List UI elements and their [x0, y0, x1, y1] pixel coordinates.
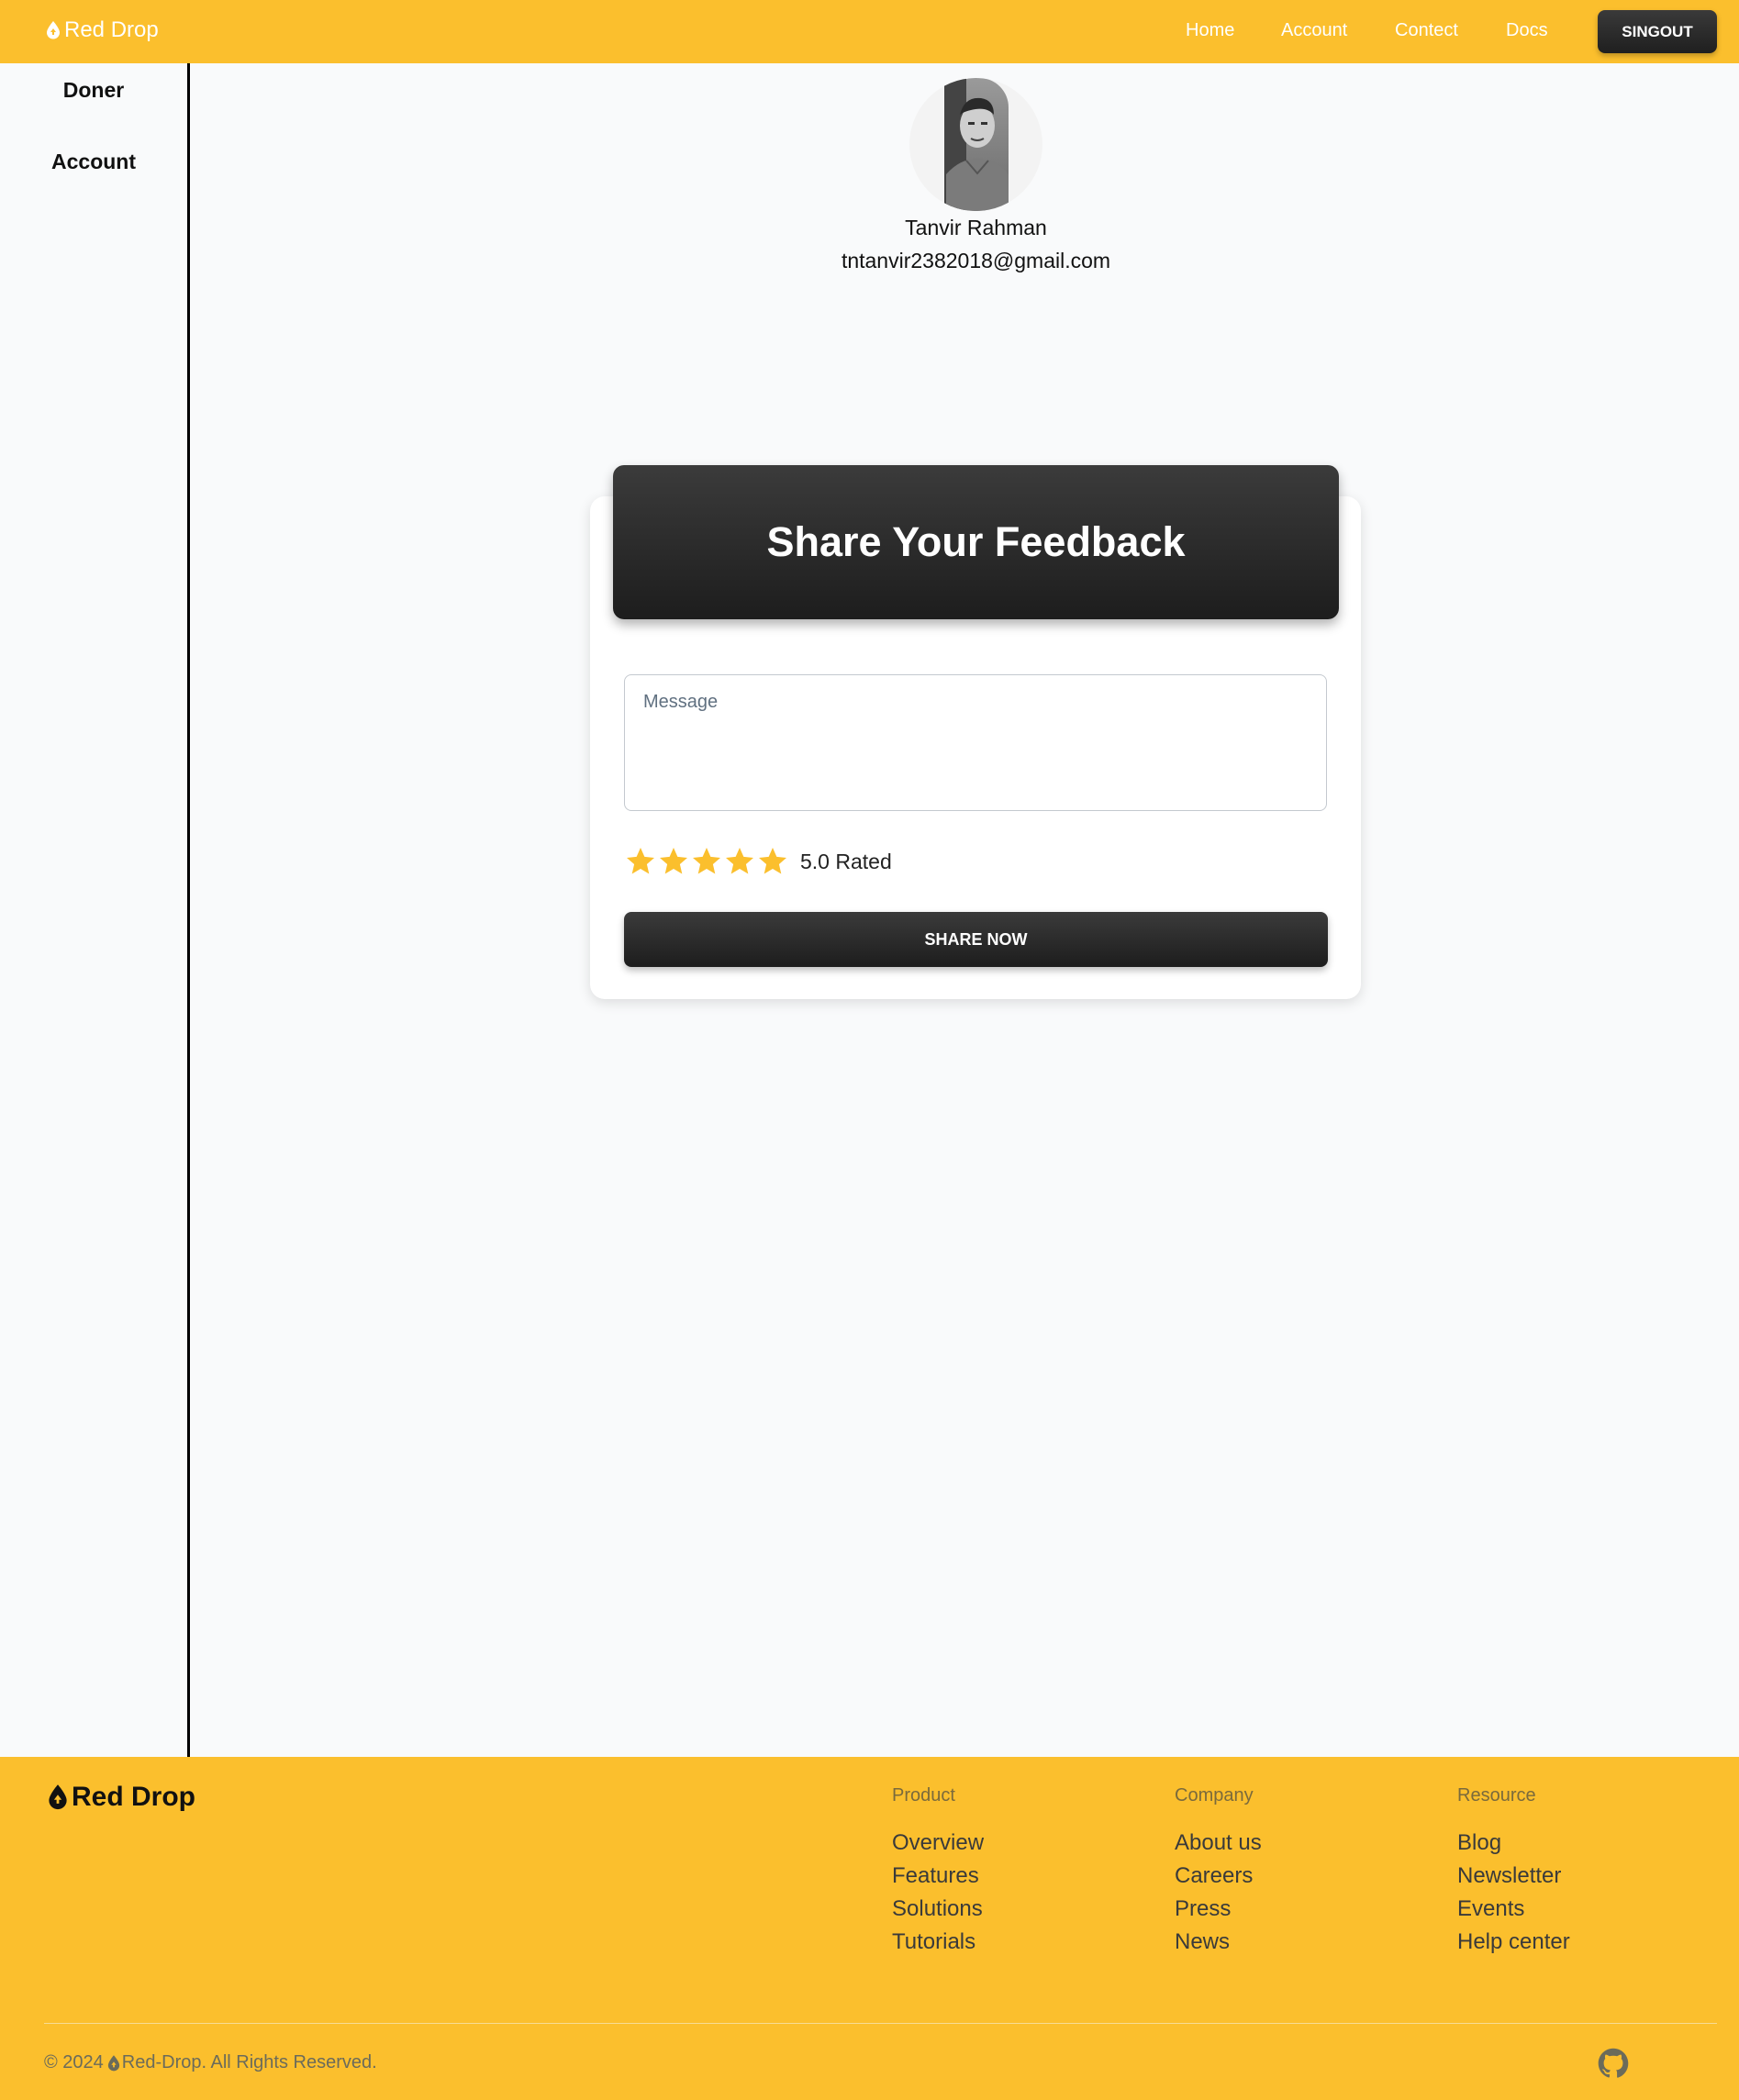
nav-contact[interactable]: Contect	[1395, 20, 1458, 41]
footer-col-company: Company About us Careers Press News	[1175, 1785, 1262, 1959]
star-rating[interactable]	[624, 845, 789, 878]
star-icon[interactable]	[723, 845, 756, 878]
rating-text: 5.0 Rated	[800, 850, 892, 873]
nav-docs[interactable]: Docs	[1506, 20, 1548, 41]
top-navbar: Red Drop Home Account Contect Docs SINGO…	[0, 0, 1739, 63]
brand-name: Red Drop	[64, 17, 159, 42]
footer-link[interactable]: Overview	[892, 1827, 984, 1860]
github-icon[interactable]	[1598, 2048, 1629, 2079]
footer-divider	[44, 2023, 1717, 2024]
footer-link[interactable]: Careers	[1175, 1860, 1262, 1893]
footer-link[interactable]: Solutions	[892, 1893, 984, 1926]
sidebar-item-account[interactable]: Account	[0, 150, 187, 174]
footer-link[interactable]: Press	[1175, 1893, 1262, 1926]
nav-account[interactable]: Account	[1281, 20, 1347, 41]
star-icon[interactable]	[624, 845, 657, 878]
footer-col-title: Company	[1175, 1785, 1254, 1806]
drop-icon	[47, 21, 60, 39]
brand-link[interactable]: Red Drop	[46, 17, 159, 43]
profile-name: Tanvir Rahman	[905, 216, 1047, 239]
nav-home[interactable]: Home	[1186, 20, 1234, 41]
footer-link[interactable]: Blog	[1457, 1827, 1570, 1860]
footer-link[interactable]: Newsletter	[1457, 1860, 1570, 1893]
copyright: © 2024 Red-Drop. All Rights Reserved.	[44, 2052, 377, 2073]
footer-link[interactable]: Features	[892, 1860, 984, 1893]
star-icon[interactable]	[756, 845, 789, 878]
footer-col-resource: Resource Blog Newsletter Events Help cen…	[1457, 1785, 1570, 1959]
footer-col-title: Product	[892, 1785, 955, 1806]
star-icon[interactable]	[657, 845, 690, 878]
sidebar-item-doner[interactable]: Doner	[0, 78, 187, 103]
message-input[interactable]	[624, 674, 1327, 811]
footer-link[interactable]: Events	[1457, 1893, 1570, 1926]
footer-link[interactable]: About us	[1175, 1827, 1262, 1860]
copyright-year: © 2024	[44, 2052, 104, 2072]
drop-icon	[107, 2054, 119, 2071]
avatar	[909, 78, 1042, 211]
feedback-title: Share Your Feedback	[613, 465, 1339, 619]
sidebar: Doner Account	[0, 63, 190, 1757]
footer-link[interactable]: News	[1175, 1926, 1262, 1959]
footer-link[interactable]: Help center	[1457, 1926, 1570, 1959]
drop-icon	[49, 1784, 67, 1810]
footer-brand[interactable]: Red Drop	[48, 1782, 195, 1813]
footer-link[interactable]: Tutorials	[892, 1926, 984, 1959]
footer: Red Drop Product Overview Features Solut…	[0, 1757, 1739, 2100]
share-now-button[interactable]: SHARE NOW	[624, 912, 1328, 967]
signout-button[interactable]: SINGOUT	[1598, 10, 1717, 53]
footer-col-title: Resource	[1457, 1785, 1536, 1806]
profile-email: tntanvir2382018@gmail.com	[841, 249, 1111, 272]
star-icon[interactable]	[690, 845, 723, 878]
copyright-text: Red-Drop. All Rights Reserved.	[121, 2052, 377, 2072]
footer-brand-name: Red Drop	[72, 1782, 195, 1812]
footer-col-product: Product Overview Features Solutions Tuto…	[892, 1785, 984, 1959]
